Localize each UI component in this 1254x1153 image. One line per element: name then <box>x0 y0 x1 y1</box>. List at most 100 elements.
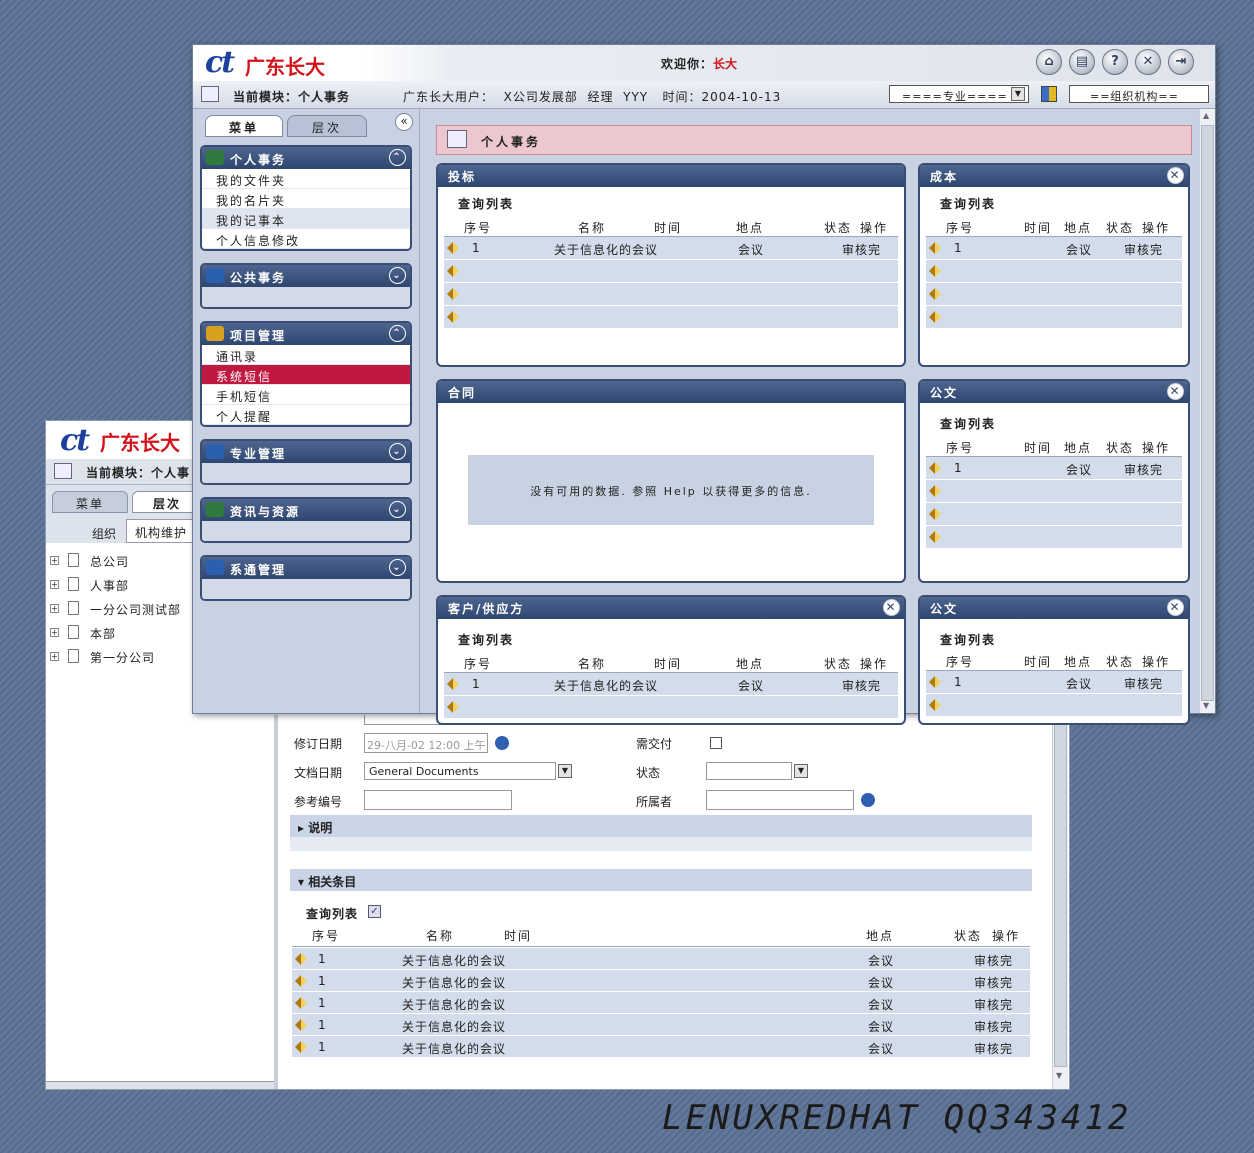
chevron-down-icon[interactable]: ▼ <box>558 764 572 778</box>
table-row[interactable] <box>926 260 1182 283</box>
tree-node-label: 人事部 <box>90 579 130 593</box>
splitter[interactable] <box>274 715 278 1089</box>
cell-no: 1 <box>318 974 327 988</box>
specialty-select[interactable]: ====专业==== <box>889 85 1029 103</box>
col-status: 状态 <box>824 221 853 235</box>
expand-icon[interactable]: + <box>50 628 59 637</box>
sidebar-section-header[interactable]: 专业管理 ⌄ <box>202 441 410 463</box>
table-row[interactable]: 1 会议 审核完 <box>926 671 1182 694</box>
sidebar-section-header[interactable]: 项目管理 ⌃ <box>202 323 410 345</box>
col-name: 名称 <box>578 221 607 235</box>
close-icon[interactable]: ✕ <box>1167 167 1184 184</box>
sidebar-item[interactable]: 个人信息修改 <box>202 229 410 249</box>
palette-icon[interactable] <box>1041 86 1057 102</box>
table-row[interactable]: 1 会议 审核完 <box>926 237 1182 260</box>
org-box[interactable]: ==组织机构== <box>1069 85 1209 103</box>
expand-icon[interactable]: + <box>50 652 59 661</box>
col-name: 名称 <box>578 657 607 671</box>
table-row[interactable]: 1 关于信息化的会议 会议 审核完 <box>292 992 1030 1014</box>
related-section-header[interactable]: ▾ 相关条目 <box>290 869 1032 891</box>
scroll-down-icon[interactable]: ▼ <box>1203 701 1209 710</box>
panel-client-header: 客户/供应方 ✕ <box>438 597 904 619</box>
sidebar-item[interactable]: 我的记事本 <box>202 209 410 229</box>
expand-icon[interactable]: + <box>50 580 59 589</box>
sidebar-item[interactable]: 我的文件夹 <box>202 169 410 189</box>
query-checkbox[interactable]: ✓ <box>368 905 381 918</box>
table-row[interactable]: 1 会议 审核完 <box>926 457 1182 480</box>
expand-icon[interactable]: + <box>50 604 59 613</box>
cell-status: 审核完 <box>842 243 882 257</box>
toggle-icon[interactable]: ⌄ <box>389 267 406 284</box>
table-row[interactable] <box>926 306 1182 329</box>
help-icon[interactable]: ? <box>1102 49 1128 75</box>
scroll-thumb[interactable] <box>1054 717 1067 1067</box>
status-select[interactable] <box>706 762 792 780</box>
chevron-down-icon[interactable]: ▼ <box>794 764 808 778</box>
sidebar-section-body <box>202 521 410 541</box>
sidebar-section-header[interactable]: 资讯与资源 ⌄ <box>202 499 410 521</box>
sidebar-item[interactable]: 手机短信 <box>202 385 410 405</box>
revision-date-field[interactable]: 29-八月-02 12:00 上午 <box>364 733 488 753</box>
toggle-icon[interactable]: ⌄ <box>389 443 406 460</box>
home-icon[interactable]: ⌂ <box>1036 49 1062 75</box>
lookup-icon[interactable] <box>860 792 876 808</box>
table-row[interactable]: 1 关于信息化的会议 会议 审核完 <box>444 673 898 696</box>
table-row[interactable] <box>926 694 1182 717</box>
sidebar-section-header[interactable]: 系通管理 ⌄ <box>202 557 410 579</box>
collapse-icon[interactable]: « <box>395 113 413 131</box>
owner-field[interactable] <box>706 790 854 810</box>
cell-no: 1 <box>318 952 327 966</box>
scroll-thumb[interactable] <box>1201 125 1214 701</box>
deliver-checkbox[interactable] <box>710 737 722 749</box>
sidebar-item[interactable]: 我的名片夹 <box>202 189 410 209</box>
tools-icon[interactable]: ✕ <box>1135 49 1161 75</box>
chevron-down-icon[interactable]: ▼ <box>1011 87 1025 101</box>
ref-field[interactable] <box>364 790 512 810</box>
print-icon[interactable]: ▤ <box>1069 49 1095 75</box>
table-row[interactable]: 1 关于信息化的会议 会议 审核完 <box>292 1014 1030 1036</box>
panel-client-title: 客户/供应方 <box>448 602 525 616</box>
close-icon[interactable]: ✕ <box>1167 383 1184 400</box>
table-row[interactable] <box>444 696 898 719</box>
v-scrollbar[interactable]: ▲ ▼ <box>1199 109 1215 713</box>
close-icon[interactable]: ✕ <box>1167 599 1184 616</box>
diamond-icon <box>447 701 459 713</box>
v-scrollbar[interactable]: ▼ <box>1052 715 1068 1089</box>
desc-section-header[interactable]: ▸ 说明 <box>290 815 1032 837</box>
table-row[interactable] <box>444 306 898 329</box>
table-row[interactable]: 1 关于信息化的会议 会议 审核完 <box>292 948 1030 970</box>
sidebar-section-header[interactable]: 公共事务 ⌄ <box>202 265 410 287</box>
sidebar-section-header[interactable]: 个人事务 ⌃ <box>202 147 410 169</box>
scroll-up-icon[interactable]: ▲ <box>1203 111 1209 120</box>
table-row[interactable]: 1 关于信息化的会议 会议 审核完 <box>292 970 1030 992</box>
table-row[interactable] <box>444 260 898 283</box>
table-row[interactable] <box>926 480 1182 503</box>
table-row[interactable]: 1 关于信息化的会议 会议 审核完 <box>444 237 898 260</box>
diamond-icon <box>447 242 459 254</box>
table-row[interactable] <box>444 283 898 306</box>
toggle-icon[interactable]: ⌃ <box>389 325 406 342</box>
h-scrollbar[interactable] <box>46 1081 274 1089</box>
exit-icon[interactable]: ⇥ <box>1168 49 1194 75</box>
calendar-icon[interactable] <box>494 735 510 751</box>
table-row[interactable] <box>926 283 1182 306</box>
scroll-down-icon[interactable]: ▼ <box>1056 1071 1062 1080</box>
sidebar-section-title: 专业管理 <box>230 447 287 461</box>
sidebar-item[interactable]: 通讯录 <box>202 345 410 365</box>
toggle-icon[interactable]: ⌃ <box>389 149 406 166</box>
sidebar-item[interactable]: 个人提醒 <box>202 405 410 425</box>
back-tab-menu[interactable]: 菜单 <box>52 491 128 513</box>
org-maintain-button[interactable]: 机构维护 <box>126 519 198 543</box>
expand-icon[interactable]: + <box>50 556 59 565</box>
sidebar-item[interactable]: 系统短信 <box>202 365 410 385</box>
table-row[interactable] <box>926 503 1182 526</box>
toggle-icon[interactable]: ⌄ <box>389 501 406 518</box>
doc-date-select[interactable]: General Documents <box>364 762 556 780</box>
close-icon[interactable]: ✕ <box>883 599 900 616</box>
table-row[interactable] <box>926 526 1182 549</box>
toggle-icon[interactable]: ⌄ <box>389 559 406 576</box>
table-row[interactable]: 1 关于信息化的会议 会议 审核完 <box>292 1036 1030 1058</box>
tab-menu[interactable]: 菜单 <box>205 115 283 137</box>
tab-hierarchy[interactable]: 层次 <box>287 115 367 137</box>
panel-cost: 成本 ✕ 查询列表 序号 时间 地点 状态 操作 1 会议 审核完 <box>918 163 1190 367</box>
